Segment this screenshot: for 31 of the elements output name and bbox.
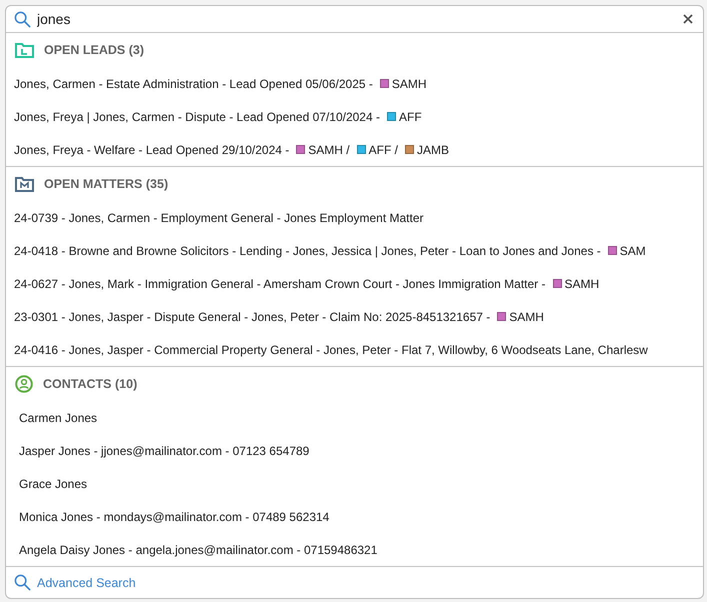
tag-label: SAMH <box>509 310 544 324</box>
tag-label: AFF / <box>368 142 398 157</box>
result-text[interactable]: 24-0416 - Jones, Jasper - Commercial Property General - Jones, Peter - Flat 7, Willowby, 6 Woodseats Lane, Charlesw <box>14 342 648 357</box>
result-text[interactable]: 24-0418 - Browne and Browne Solicitors - Lending - Jones, Jessica | Jones, Peter - Loan to Jones and Jones - <box>14 244 601 258</box>
result-text[interactable]: Jones, Carmen - Estate Administration - Lead Opened 05/06/2025 - <box>14 76 373 91</box>
result-text[interactable]: Carmen Jones <box>19 410 98 425</box>
folder-icon <box>15 42 34 58</box>
section-heading: OPEN LEADS (3) <box>44 43 144 58</box>
result-text[interactable]: Jones, Freya | Jones, Carmen - Dispute - Lead Opened 07/10/2024 - <box>14 110 380 124</box>
advanced-search-link[interactable]: Advanced Search <box>37 576 136 590</box>
result-text[interactable]: Monica Jones - mondays@mailinator.com - 07489 562314 <box>19 510 330 524</box>
result-text[interactable]: 24-0739 - Jones, Carmen - Employment General - Jones Employment Matter <box>14 210 424 225</box>
section-heading: OPEN MATTERS (35) <box>44 177 168 192</box>
tag-label: SAMH <box>392 76 427 91</box>
result-text[interactable]: Jones, Freya - Welfare - Lead Opened 29/10/2024 - <box>14 142 290 157</box>
tag-label: AFF <box>399 110 422 124</box>
result-text[interactable]: 24-0627 - Jones, Mark - Immigration General - Amersham Crown Court - Jones Immigration Matter - <box>14 276 546 291</box>
section-heading: CONTACTS (10) <box>43 377 138 392</box>
tag-label: JAMB <box>416 142 449 157</box>
result-text[interactable]: Angela Daisy Jones - angela.jones@mailinator.com - 07159486321 <box>19 542 378 557</box>
tag-label: SAMH <box>564 276 600 291</box>
close-icon[interactable] <box>681 12 695 26</box>
search-icon <box>14 10 31 28</box>
result-text[interactable]: Jasper Jones - jjones@mailinator.com - 07123 654789 <box>19 444 310 458</box>
person-icon <box>15 375 33 394</box>
folder-icon <box>15 176 34 192</box>
tag-label: SAM <box>620 244 646 258</box>
search-icon <box>14 574 31 592</box>
result-text[interactable]: Grace Jones <box>19 476 88 491</box>
tag-label: SAMH / <box>308 142 350 157</box>
result-text[interactable]: 23-0301 - Jones, Jasper - Dispute General - Jones, Peter - Claim No: 2025-8451321657 - <box>14 310 490 324</box>
